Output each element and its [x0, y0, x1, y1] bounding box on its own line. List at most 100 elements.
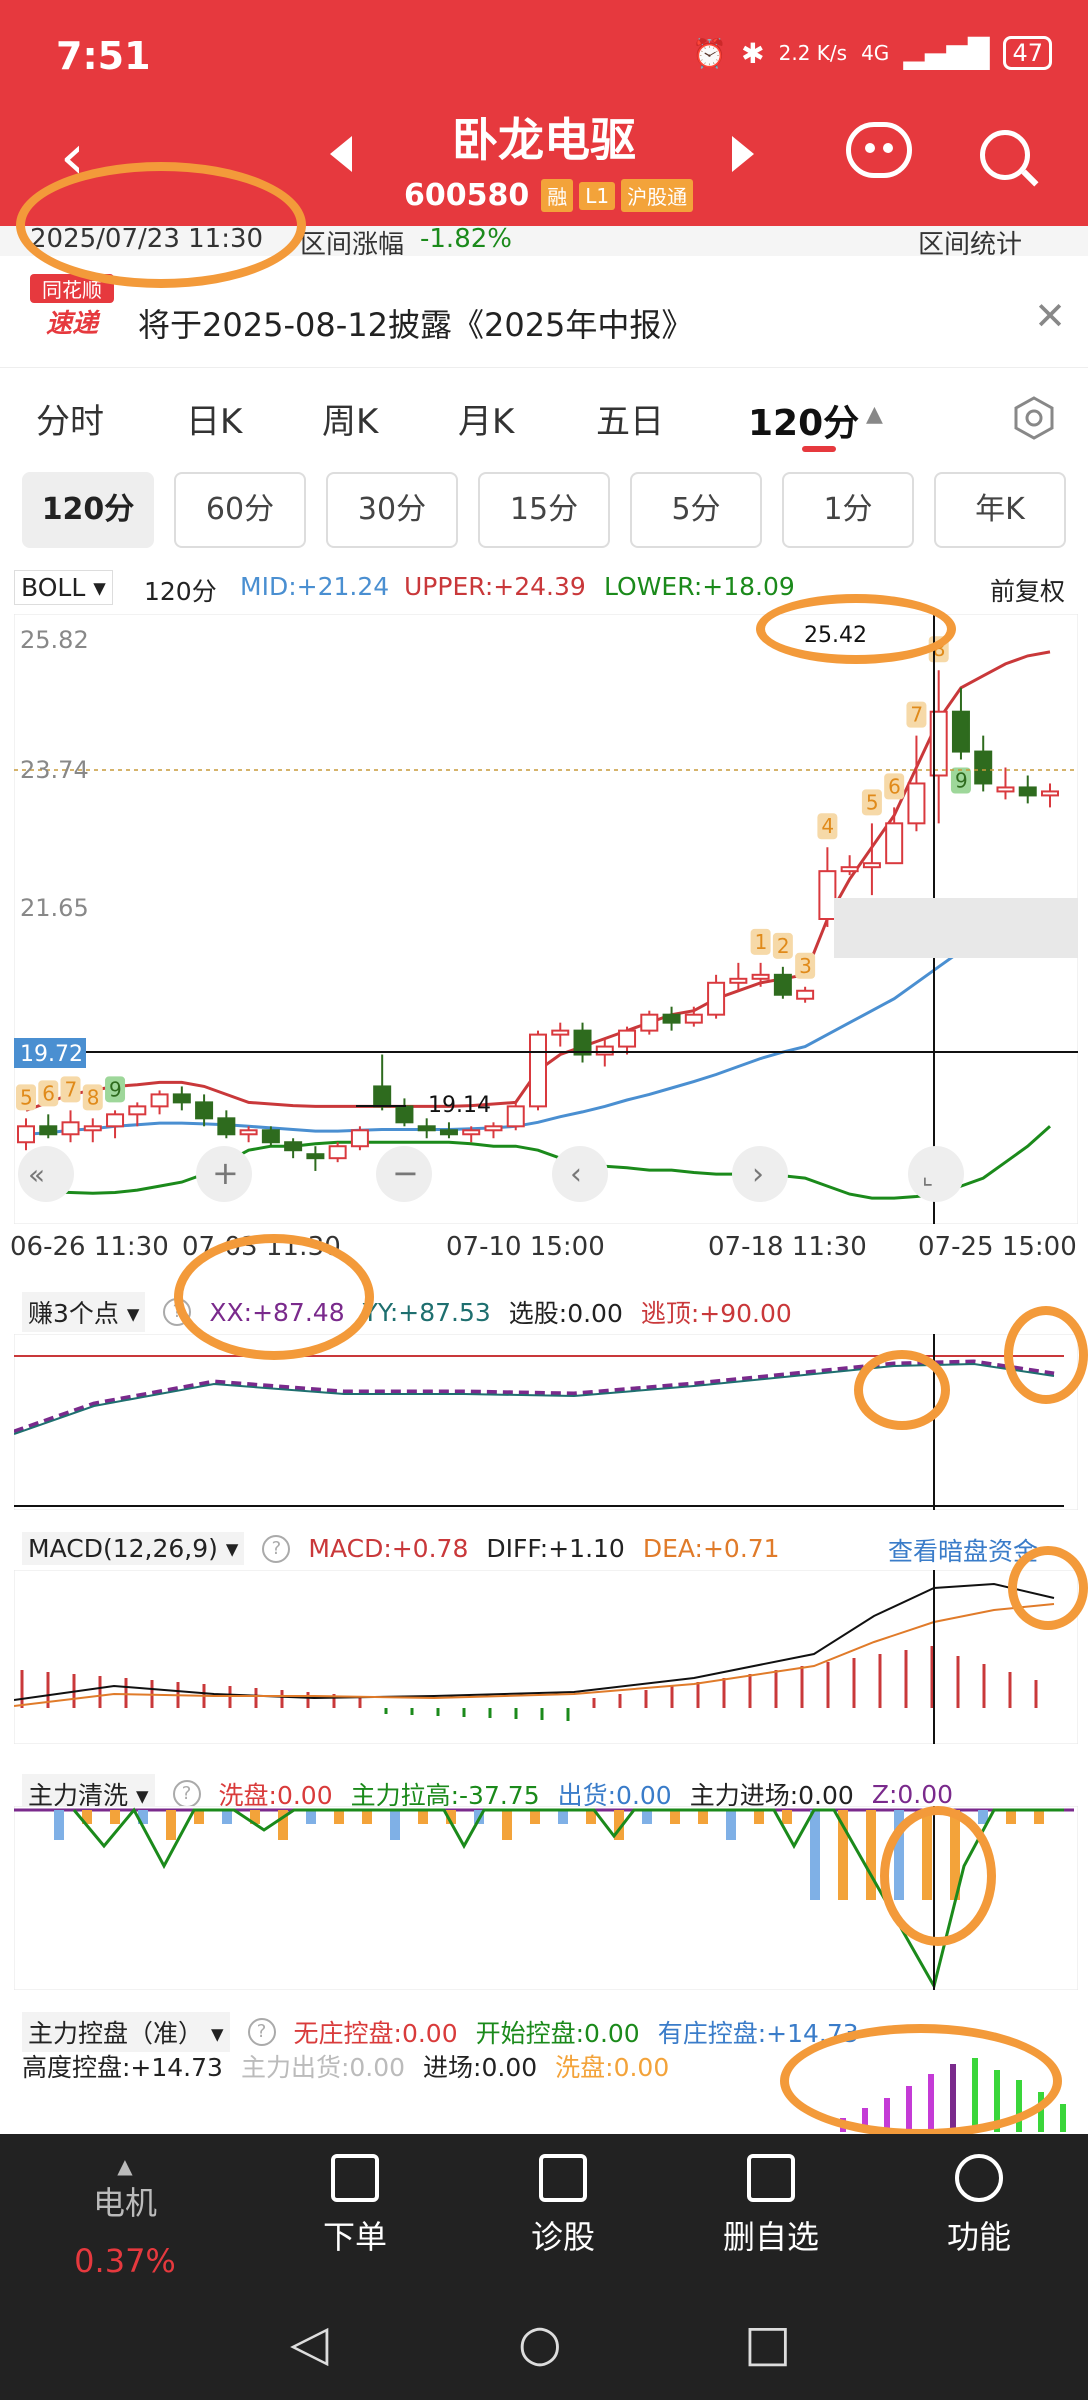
candle — [573, 1029, 592, 1056]
annotation-circle — [16, 162, 306, 288]
svg-text:›: › — [752, 1157, 764, 1192]
earn-select: 选股:0.00 — [508, 1299, 623, 1328]
diagnose-button[interactable]: 诊股 — [488, 2154, 638, 2258]
candle — [195, 1101, 214, 1120]
nav-first[interactable]: « — [18, 1146, 74, 1202]
subperiod-tabs: 120分 60分 30分 15分 5分 1分 年K — [0, 472, 1088, 552]
y-tick-mid: 23.74 — [20, 756, 89, 784]
scroll-left-icon[interactable]: ‹ — [552, 1146, 608, 1202]
remove-favorite-button[interactable]: 删自选 — [696, 2154, 846, 2258]
annotation-circle — [854, 1350, 950, 1430]
macd-value: MACD:+0.78 — [308, 1534, 469, 1563]
svg-text:‹: ‹ — [570, 1157, 582, 1192]
indicator-select[interactable]: BOLL ▾ — [14, 570, 113, 605]
subtab-year[interactable]: 年K — [934, 472, 1066, 548]
tab-five-day[interactable]: 五日 — [596, 394, 664, 443]
tab-daily[interactable]: 日K — [186, 394, 242, 443]
fullscreen-icon[interactable]: ⌞ — [908, 1146, 964, 1202]
period-tabs: 分时 日K 周K 月K 五日 120分 ▲ — [0, 380, 1088, 460]
candle — [417, 1125, 436, 1132]
annotation-circle — [780, 2024, 1062, 2138]
candle — [373, 1085, 392, 1108]
pane-earn-select[interactable]: 赚3个点 ▾ — [22, 1292, 146, 1332]
candle — [150, 1093, 169, 1108]
sector-button[interactable]: ▲ 电机 0.37% — [50, 2154, 200, 2280]
candle — [885, 822, 904, 865]
candle — [862, 862, 881, 869]
system-home-icon[interactable]: ○ — [518, 2314, 562, 2372]
control-bar — [1060, 2104, 1066, 2132]
help-icon[interactable]: ? — [172, 1780, 201, 1808]
candle — [284, 1141, 303, 1152]
subtab-30[interactable]: 30分 — [326, 472, 458, 548]
settings-hexagon-icon[interactable] — [1012, 396, 1056, 440]
svg-text:«: « — [28, 1158, 45, 1191]
functions-label: 功能 — [946, 2218, 1011, 2256]
indicator-name: BOLL — [21, 573, 86, 602]
tag-level: L1 — [579, 181, 616, 210]
boll-mid: MID:+21.24 — [240, 572, 390, 601]
wash-bar — [782, 1810, 792, 1824]
candlestick-chart[interactable]: 5 6 7 8 91 23456789 25.82 23.74 21.65 19.72 2… — [14, 614, 1078, 1224]
sequence-label: 2 — [777, 934, 790, 958]
order-label: 下单 — [322, 2218, 387, 2256]
candle — [529, 1033, 547, 1108]
subtab-1[interactable]: 1分 — [782, 472, 914, 548]
candle — [172, 1093, 191, 1104]
candle — [306, 1153, 325, 1160]
system-recents-icon[interactable]: □ — [744, 2314, 791, 2372]
status-time: 7:51 — [56, 34, 151, 78]
zoom-out-icon[interactable]: − — [376, 1146, 432, 1202]
x-tick-4: 07-25 15:00 — [918, 1232, 1077, 1262]
order-button[interactable]: 下单 — [280, 2154, 430, 2258]
close-icon[interactable]: ✕ — [1034, 294, 1066, 338]
wash-bar — [726, 1810, 736, 1840]
system-nav: ◁ ○ □ — [0, 2300, 1088, 2400]
candle — [640, 1013, 659, 1032]
battery-icon: 47 — [1003, 36, 1052, 70]
system-back-icon[interactable]: ◁ — [290, 2314, 328, 2372]
pane-macd-select[interactable]: MACD(12,26,9) ▾ — [22, 1532, 245, 1565]
range-change-value: -1.82% — [420, 224, 512, 254]
annotation-circle — [174, 1234, 374, 1360]
candle — [462, 1129, 481, 1136]
next-stock-icon[interactable] — [732, 136, 754, 172]
help-icon[interactable]: ? — [262, 1534, 291, 1563]
subtab-5[interactable]: 5分 — [630, 472, 762, 548]
bluetooth-icon: ✱ — [741, 36, 765, 70]
search-icon[interactable] — [980, 130, 1030, 180]
functions-button[interactable]: 功能 — [904, 2154, 1054, 2258]
min-label: 19.14 — [428, 1093, 491, 1118]
tab-120min[interactable]: 120分 — [748, 394, 859, 446]
remove-favorite-label: 删自选 — [722, 2218, 819, 2256]
sector-change: 0.37% — [74, 2242, 176, 2280]
order-icon — [331, 2154, 379, 2202]
tab-weekly[interactable]: 周K — [322, 394, 378, 443]
candle — [551, 1029, 570, 1036]
x-axis: 06-26 11:30 07-03 11:30 07-10 15:00 07-1… — [0, 1224, 1088, 1270]
scroll-right-icon[interactable]: › — [732, 1146, 788, 1202]
tab-monthly[interactable]: 月K — [458, 394, 514, 443]
wash-bar — [530, 1810, 540, 1824]
candle — [751, 973, 770, 980]
wash-bar — [670, 1810, 680, 1824]
wash-bar — [362, 1810, 372, 1824]
sequence-label: 5 — [20, 1085, 33, 1109]
sequence-label: 5 — [866, 790, 879, 814]
candle — [840, 866, 859, 873]
wash-bar — [754, 1810, 764, 1824]
x-tick-3: 07-18 11:30 — [708, 1232, 867, 1262]
wash-bar — [502, 1810, 512, 1840]
tag-margin: 融 — [541, 179, 574, 212]
subtab-60[interactable]: 60分 — [174, 472, 306, 548]
candle — [1041, 790, 1059, 797]
subtab-15[interactable]: 15分 — [478, 472, 610, 548]
candle — [662, 1013, 681, 1024]
subtab-120[interactable]: 120分 — [22, 472, 154, 548]
adjust-mode[interactable]: 前复权 — [990, 572, 1065, 608]
robot-assistant-icon[interactable] — [846, 122, 912, 178]
zoom-in-icon[interactable]: + — [196, 1146, 252, 1202]
tab-intraday[interactable]: 分时 — [36, 394, 104, 443]
stock-name: 卧龙电驱 — [452, 113, 636, 167]
candle — [106, 1113, 125, 1128]
